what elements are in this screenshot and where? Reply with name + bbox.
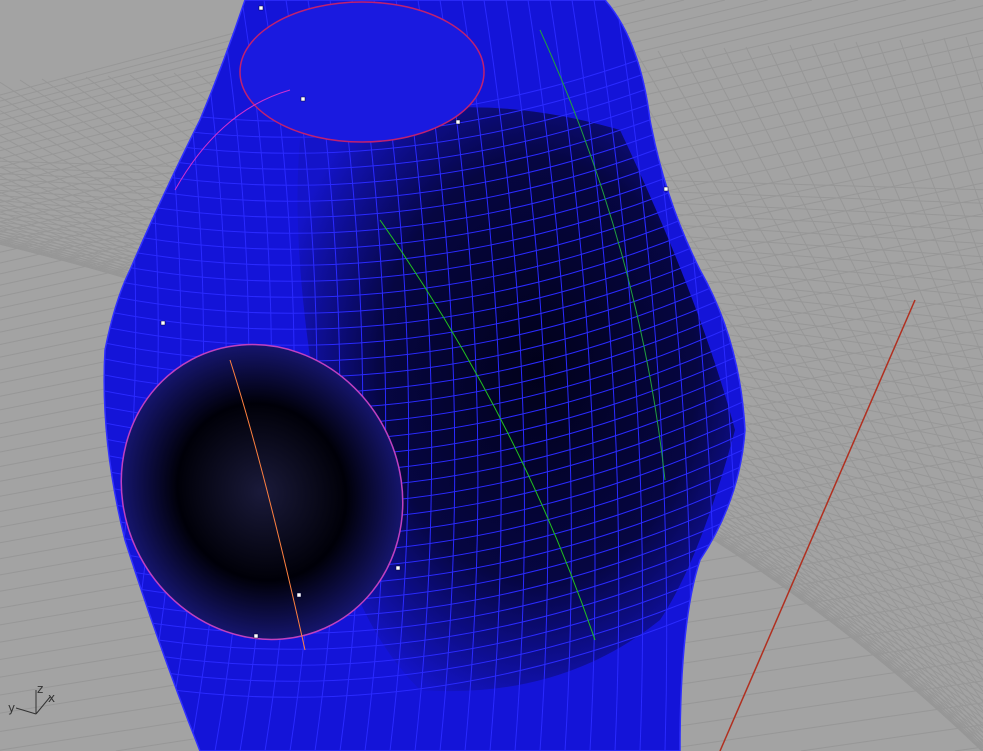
grid-line	[833, 42, 983, 399]
grid-line	[653, 702, 983, 751]
x-axis-label: x	[48, 691, 55, 705]
torso-surface[interactable]	[70, 0, 765, 751]
grid-line	[899, 39, 983, 266]
grid-line	[954, 746, 983, 751]
grid-line	[811, 43, 983, 436]
grid-line	[943, 37, 983, 155]
grid-line	[801, 724, 983, 751]
grid-line	[767, 45, 983, 501]
grid-line	[745, 46, 983, 529]
grid-line	[855, 41, 983, 359]
neck-opening[interactable]	[239, 1, 485, 143]
z-axis-label: z	[37, 682, 43, 696]
viewport-canvas[interactable]: z x y	[0, 0, 983, 751]
y-axis-label: y	[8, 701, 15, 715]
perspective-viewport[interactable]: z x y	[0, 0, 983, 751]
